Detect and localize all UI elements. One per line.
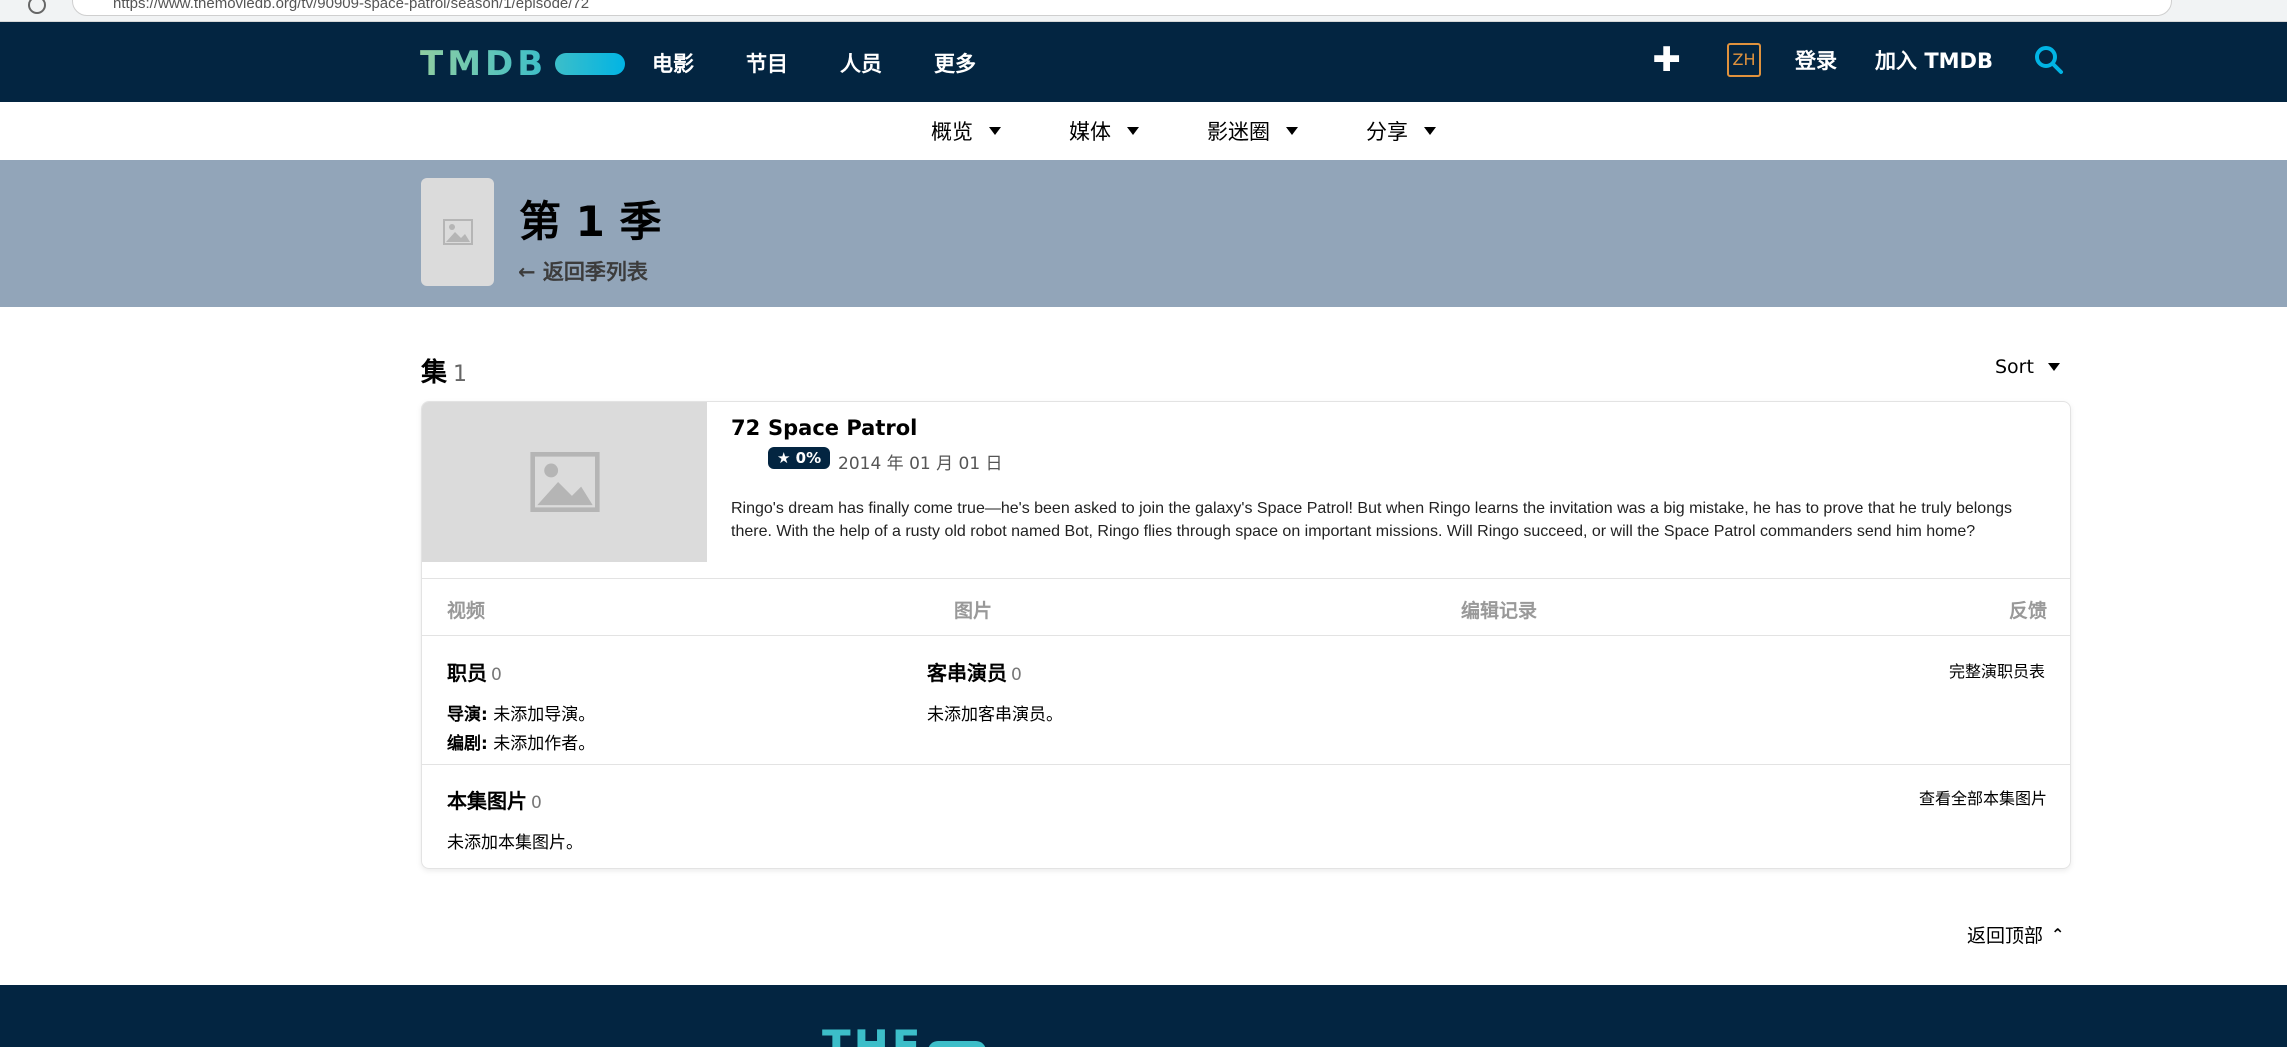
writer-value: 未添加作者。	[493, 734, 596, 754]
browser-toolbar: https://www.themoviedb.org/tv/90909-spac…	[0, 0, 2287, 22]
site-header: TMDB 电影 节目 人员 更多 ✚ ZH 登录 加入 TMDB	[0, 22, 2287, 102]
back-to-seasons-link[interactable]: ← 返回季列表	[518, 256, 648, 286]
writer-line: 编剧: 未添加作者。	[447, 729, 595, 754]
main-nav: 电影 节目 人员 更多	[652, 48, 1028, 78]
nav-people[interactable]: 人员	[840, 48, 882, 78]
sort-dropdown[interactable]: Sort	[1995, 356, 2060, 378]
episodes-heading: 集1	[421, 352, 467, 389]
episode-images-section: 本集图片 0 未添加本集图片。 查看全部本集图片	[422, 764, 2070, 868]
logo-text: TMDB	[420, 44, 548, 84]
director-line: 导演: 未添加导演。	[447, 700, 595, 725]
tab-videos[interactable]: 视频	[447, 596, 485, 623]
season-header: 第 1 季 ← 返回季列表	[0, 160, 2287, 307]
image-placeholder-icon	[529, 452, 600, 512]
tmdb-logo[interactable]: TMDB	[420, 44, 626, 84]
sort-label: Sort	[1995, 356, 2034, 378]
header-actions: ✚ ZH 登录 加入 TMDB	[1653, 42, 2067, 78]
add-icon[interactable]: ✚	[1653, 43, 1682, 77]
join-link[interactable]: 加入 TMDB	[1875, 45, 1993, 75]
episode-number: 72	[731, 416, 761, 440]
images-title-text: 本集图片	[447, 789, 527, 813]
crew-count: 0	[491, 665, 502, 685]
episode-still[interactable]	[422, 402, 707, 562]
subnav-overview-label: 概览	[931, 120, 973, 144]
nav-movies[interactable]: 电影	[652, 48, 694, 78]
logo-pill	[555, 53, 626, 75]
tab-images[interactable]: 图片	[954, 596, 992, 623]
subnav-fandom[interactable]: 影迷圈	[1207, 116, 1298, 146]
caret-down-icon	[1424, 127, 1436, 135]
nav-more[interactable]: 更多	[934, 48, 976, 78]
rating-badge: ★ 0%	[768, 447, 831, 469]
view-all-images-link[interactable]: 查看全部本集图片	[1919, 785, 2047, 809]
login-link[interactable]: 登录	[1795, 45, 1837, 75]
episode-overview: Ringo's dream has finally come true—he's…	[731, 500, 2012, 540]
arrow-up-icon: ⌃	[2051, 925, 2065, 944]
guest-empty: 未添加客串演员。	[927, 705, 1063, 725]
guest-stars-section: 客串演员 0 未添加客串演员。	[927, 657, 1063, 725]
language-button[interactable]: ZH	[1727, 43, 1762, 77]
images-inner: 本集图片 0 未添加本集图片。	[447, 785, 583, 853]
crew-title: 职员 0	[447, 657, 595, 686]
episode-tabs: 视频 图片 编辑记录 反馈	[422, 578, 2070, 636]
images-count: 0	[531, 793, 542, 813]
footer-logo-pill	[928, 1041, 986, 1047]
episodes-label: 集	[421, 358, 448, 388]
director-value: 未添加导演。	[493, 705, 596, 725]
tab-report[interactable]: 反馈	[2009, 596, 2047, 623]
writer-label: 编剧:	[447, 734, 488, 754]
subnav-share[interactable]: 分享	[1366, 116, 1436, 146]
caret-down-icon	[1286, 127, 1298, 135]
images-empty: 未添加本集图片。	[447, 833, 583, 853]
episodes-count: 1	[453, 362, 468, 387]
caret-down-icon	[989, 127, 1001, 135]
image-placeholder-icon	[442, 219, 473, 245]
guest-title: 客串演员 0	[927, 657, 1063, 686]
crew-section: 职员 0 导演: 未添加导演。 编剧: 未添加作者。	[447, 657, 595, 754]
full-cast-link[interactable]: 完整演职员表	[1949, 658, 2045, 682]
sub-nav: 概览 媒体 影迷圈 分享	[0, 102, 2287, 160]
site-footer: THE	[0, 985, 2287, 1047]
footer-logo[interactable]: THE	[822, 1021, 924, 1047]
subnav-overview[interactable]: 概览	[931, 116, 1001, 146]
episode-title[interactable]: Space Patrol	[768, 416, 917, 440]
season-poster[interactable]	[421, 178, 494, 286]
subnav-fandom-label: 影迷圈	[1207, 120, 1270, 144]
guest-count: 0	[1011, 665, 1022, 685]
season-title: 第 1 季	[519, 197, 662, 246]
subnav-media[interactable]: 媒体	[1069, 116, 1139, 146]
director-label: 导演:	[447, 705, 488, 725]
reload-icon[interactable]	[28, 0, 46, 14]
back-to-top-link[interactable]: 返回顶部 ⌃	[1967, 921, 2064, 948]
caret-down-icon	[2047, 363, 2060, 371]
url-text: https://www.themoviedb.org/tv/90909-spac…	[113, 0, 590, 12]
air-date: 2014 年 01 月 01 日	[838, 454, 1003, 474]
crew-title-text: 职员	[447, 661, 487, 685]
address-bar[interactable]: https://www.themoviedb.org/tv/90909-spac…	[72, 0, 2172, 16]
back-to-top-label: 返回顶部	[1967, 925, 2044, 947]
search-icon[interactable]	[2031, 42, 2067, 78]
subnav-share-label: 分享	[1366, 120, 1408, 144]
tab-changes[interactable]: 编辑记录	[1461, 596, 1537, 623]
episode-card: 72 Space Patrol ★ 0% 2014 年 01 月 01 日 Ri…	[421, 401, 2071, 869]
caret-down-icon	[1127, 127, 1139, 135]
images-title: 本集图片 0	[447, 785, 583, 814]
subnav-media-label: 媒体	[1069, 120, 1111, 144]
nav-tv[interactable]: 节目	[746, 48, 788, 78]
guest-title-text: 客串演员	[927, 661, 1007, 685]
